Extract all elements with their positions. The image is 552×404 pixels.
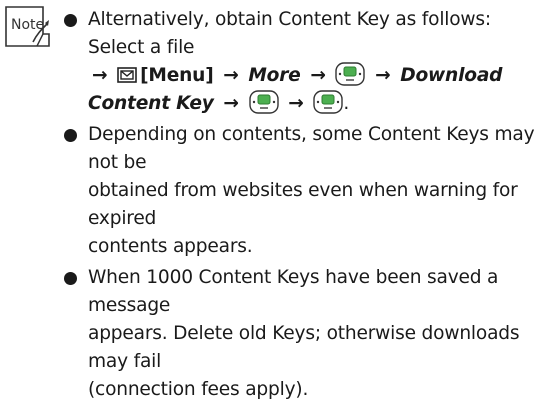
- arrow-icon: →: [375, 65, 391, 86]
- bullet-icon: [64, 272, 77, 285]
- note-3-line-3: (connection fees apply).: [88, 379, 309, 400]
- arrow-icon: →: [310, 65, 326, 86]
- note-3-line-1: When 1000 Content Keys have been saved a…: [88, 267, 499, 316]
- note-icon-label: Note: [11, 17, 44, 33]
- arrow-icon: →: [92, 65, 108, 86]
- menu-label: [Menu]: [140, 65, 214, 86]
- center-key-icon: [248, 90, 279, 114]
- note-1-text: Alternatively, obtain Content Key as fol…: [88, 9, 491, 58]
- note-item-2: Depending on contents, some Content Keys…: [64, 121, 548, 261]
- period: .: [343, 93, 350, 114]
- notes-list: Alternatively, obtain Content Key as fol…: [64, 6, 548, 404]
- note-item-1: Alternatively, obtain Content Key as fol…: [64, 6, 548, 118]
- bullet-icon: [64, 14, 77, 27]
- arrow-icon: →: [223, 65, 239, 86]
- download-label-1: Download: [400, 65, 503, 86]
- mail-key-icon: [117, 67, 137, 83]
- note-item-3: When 1000 Content Keys have been saved a…: [64, 264, 548, 404]
- download-label-2: Content Key: [88, 93, 214, 114]
- note-2-line-3: contents appears.: [88, 236, 253, 257]
- bullet-icon: [64, 129, 77, 142]
- note-icon: Note: [5, 6, 50, 47]
- more-label: More: [248, 65, 301, 86]
- note-3-line-2: appears. Delete old Keys; otherwise down…: [88, 323, 520, 372]
- center-key-icon: [313, 90, 344, 114]
- arrow-icon: →: [223, 93, 239, 114]
- arrow-icon: →: [288, 93, 304, 114]
- note-2-line-1: Depending on contents, some Content Keys…: [88, 124, 535, 173]
- center-key-icon: [335, 62, 366, 86]
- note-2-line-2: obtained from websites even when warning…: [88, 180, 518, 229]
